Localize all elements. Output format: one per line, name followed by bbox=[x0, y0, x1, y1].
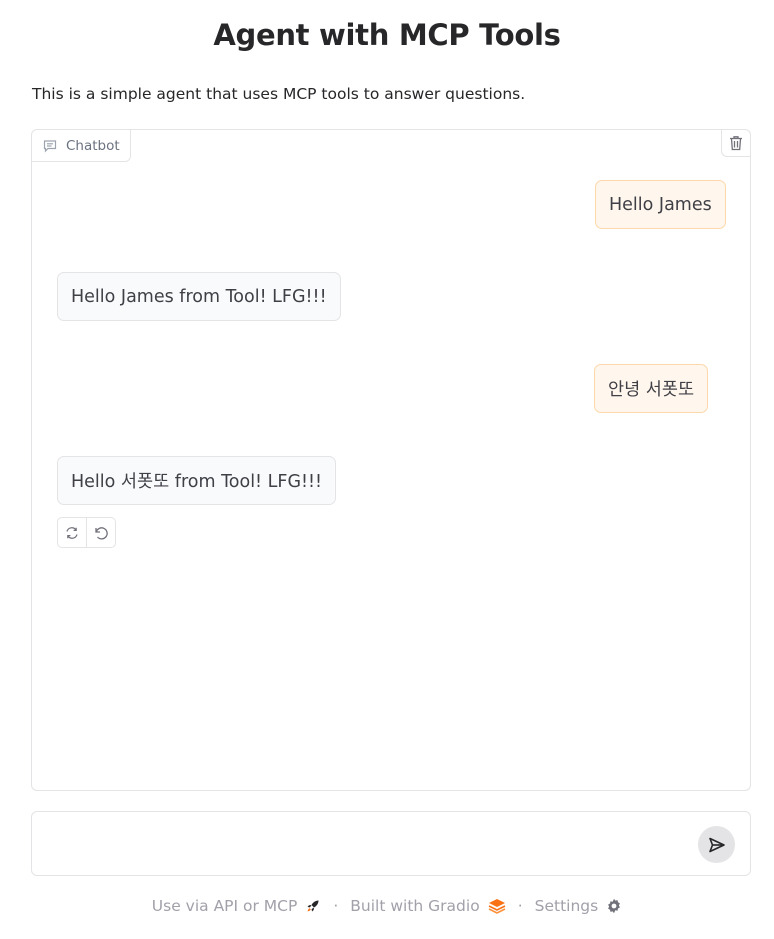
undo-button[interactable] bbox=[86, 518, 115, 547]
user-message: Hello James bbox=[595, 180, 726, 229]
message-input[interactable] bbox=[44, 822, 684, 866]
message-text: Hello 서폿또 from Tool! LFG!!! bbox=[71, 472, 323, 492]
bot-message: Hello 서폿또 from Tool! LFG!!! bbox=[57, 456, 337, 505]
api-link-text: Use via API or MCP bbox=[151, 897, 298, 915]
api-link[interactable]: Use via API or MCP bbox=[152, 897, 322, 915]
trash-icon bbox=[730, 136, 742, 151]
clear-chat-button[interactable] bbox=[721, 130, 750, 157]
gradio-logo-icon bbox=[488, 899, 506, 914]
message-text: 안녕 서폿또 bbox=[608, 380, 695, 400]
send-button[interactable] bbox=[698, 826, 735, 863]
message-text: Hello James from Tool! LFG!!! bbox=[71, 286, 327, 307]
message-input-box bbox=[31, 811, 751, 876]
chat-bubble-icon bbox=[43, 139, 57, 153]
retry-button[interactable] bbox=[58, 518, 86, 547]
chatbot-label: Chatbot bbox=[32, 130, 131, 162]
footer: Use via API or MCP · Built with Gradio ·… bbox=[0, 897, 774, 915]
gradio-link-text: Built with Gradio bbox=[350, 897, 480, 915]
undo-icon bbox=[95, 526, 108, 539]
page-description: This is a simple agent that uses MCP too… bbox=[32, 85, 526, 103]
message-actions bbox=[57, 517, 116, 548]
footer-separator: · bbox=[517, 897, 523, 915]
send-icon bbox=[708, 837, 725, 852]
chatbot-label-text: Chatbot bbox=[66, 137, 120, 154]
settings-link[interactable]: Settings bbox=[535, 897, 623, 915]
page-title: Agent with MCP Tools bbox=[213, 18, 561, 52]
bot-message: Hello James from Tool! LFG!!! bbox=[57, 272, 341, 321]
message-text: Hello James bbox=[609, 194, 712, 215]
rocket-icon bbox=[307, 900, 319, 912]
user-message: 안녕 서폿또 bbox=[594, 364, 709, 413]
footer-separator: · bbox=[333, 897, 339, 915]
gradio-link[interactable]: Built with Gradio bbox=[350, 897, 506, 915]
retry-icon bbox=[66, 526, 78, 539]
gear-icon bbox=[608, 898, 621, 914]
chatbot-panel: Chatbot Hello James Hello James from Too… bbox=[31, 129, 751, 791]
settings-link-text: Settings bbox=[534, 897, 599, 915]
